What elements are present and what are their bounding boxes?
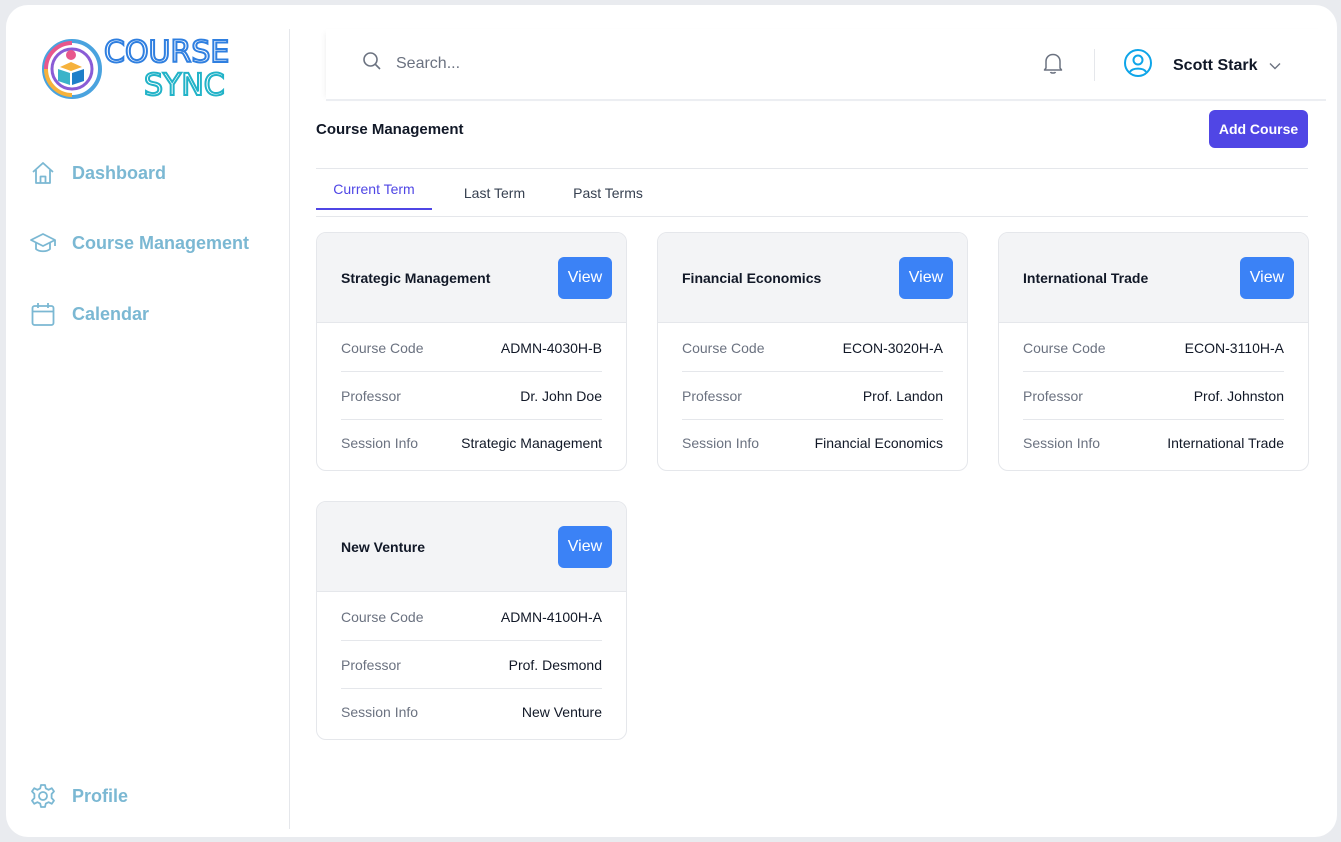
session-info: Financial Economics [814, 434, 943, 451]
search-input[interactable] [396, 54, 696, 73]
field-label: Course Code [341, 609, 424, 625]
session-row: Session Info International Trade [1023, 419, 1284, 466]
session-info: Strategic Management [461, 434, 602, 451]
header-divider [1094, 49, 1095, 81]
field-label: Session Info [1023, 434, 1101, 451]
course-title: Strategic Management [341, 270, 491, 286]
user-name: Scott Stark [1173, 56, 1258, 74]
add-course-button[interactable]: Add Course [1209, 110, 1308, 148]
course-code: ADMN-4030H-B [500, 340, 602, 356]
course-card: New Venture View Course Code ADMN-4100H-… [316, 501, 627, 740]
course-card-header: Financial Economics View [658, 233, 967, 323]
session-info: International Trade [1167, 434, 1284, 451]
view-course-button[interactable]: View [558, 526, 612, 568]
sidebar-item-course-management[interactable]: Course Management [28, 225, 249, 261]
course-card: Financial Economics View Course Code ECO… [657, 232, 968, 471]
course-card: Strategic Management View Course Code AD… [316, 232, 627, 471]
course-code: ECON-3110H-A [1184, 340, 1284, 356]
chevron-down-icon [1269, 57, 1281, 75]
course-card: International Trade View Course Code ECO… [998, 232, 1309, 471]
top-header: Scott Stark [326, 29, 1326, 101]
session-row: Session Info Financial Economics [682, 419, 943, 466]
bell-icon[interactable] [1042, 51, 1064, 80]
tab-last-term[interactable]: Last Term [447, 169, 542, 216]
sidebar-item-label: Dashboard [72, 162, 167, 183]
page-title: Course Management [316, 121, 464, 138]
course-code-row: Course Code ECON-3110H-A [1023, 325, 1284, 372]
sidebar-item-label: Profile [72, 785, 129, 806]
course-card-header: Strategic Management View [317, 233, 626, 323]
course-title: International Trade [1023, 270, 1149, 286]
sidebar-item-label: Course Management [72, 232, 250, 253]
course-code-row: Course Code ADMN-4030H-B [341, 325, 602, 372]
brand-line1: COURSE [104, 35, 229, 70]
view-course-button[interactable]: View [1240, 257, 1294, 299]
sidebar-item-label: Calendar [72, 303, 150, 324]
field-label: Session Info [341, 703, 419, 720]
brand-logo[interactable]: COURSE SYNC [36, 29, 266, 109]
field-label: Professor [341, 388, 401, 404]
professor-name: Dr. John Doe [520, 388, 602, 404]
field-label: Professor [682, 388, 742, 404]
professor-row: Professor Prof. Landon [682, 373, 943, 420]
field-label: Professor [1023, 388, 1083, 404]
graduation-cap-icon [28, 228, 58, 258]
home-icon [28, 158, 58, 188]
sidebar-divider [289, 29, 290, 829]
sidebar-item-profile[interactable]: Profile [28, 778, 128, 814]
tab-past-terms[interactable]: Past Terms [556, 169, 660, 216]
field-label: Course Code [341, 340, 424, 356]
user-menu[interactable]: Scott Stark [1123, 48, 1281, 83]
field-label: Session Info [341, 434, 419, 451]
course-code: ECON-3020H-A [842, 340, 943, 356]
search-bar [362, 51, 696, 76]
course-title: Financial Economics [682, 270, 822, 286]
professor-name: Prof. Landon [862, 388, 943, 404]
field-label: Session Info [682, 434, 760, 451]
brand-line2: SYNC [144, 68, 225, 103]
course-code-row: Course Code ECON-3020H-A [682, 325, 943, 372]
course-title: New Venture [341, 539, 426, 555]
gear-icon [28, 781, 58, 811]
app-window: COURSE SYNC Dashboard Course Management [6, 5, 1337, 837]
tab-current-term[interactable]: Current Term [316, 169, 432, 210]
field-label: Course Code [682, 340, 765, 356]
professor-row: Professor Dr. John Doe [341, 373, 602, 420]
course-code: ADMN-4100H-A [500, 609, 602, 625]
course-card-header: International Trade View [999, 233, 1308, 323]
field-label: Course Code [1023, 340, 1106, 356]
sidebar-item-calendar[interactable]: Calendar [28, 296, 149, 332]
session-row: Session Info New Venture [341, 688, 602, 735]
course-card-header: New Venture View [317, 502, 626, 592]
calendar-icon [28, 299, 58, 329]
sidebar: COURSE SYNC Dashboard Course Management [6, 5, 290, 837]
term-tabs: Current Term Last Term Past Terms [316, 169, 1308, 217]
view-course-button[interactable]: View [899, 257, 953, 299]
user-avatar-icon [1123, 48, 1153, 83]
course-code-row: Course Code ADMN-4100H-A [341, 594, 602, 641]
professor-name: Prof. Johnston [1193, 388, 1284, 404]
session-info: New Venture [521, 703, 602, 720]
search-icon [362, 51, 382, 76]
field-label: Professor [341, 657, 401, 673]
session-row: Session Info Strategic Management [341, 419, 602, 466]
professor-row: Professor Prof. Johnston [1023, 373, 1284, 420]
professor-row: Professor Prof. Desmond [341, 642, 602, 689]
view-course-button[interactable]: View [558, 257, 612, 299]
sidebar-item-dashboard[interactable]: Dashboard [28, 155, 166, 191]
professor-name: Prof. Desmond [508, 657, 602, 673]
